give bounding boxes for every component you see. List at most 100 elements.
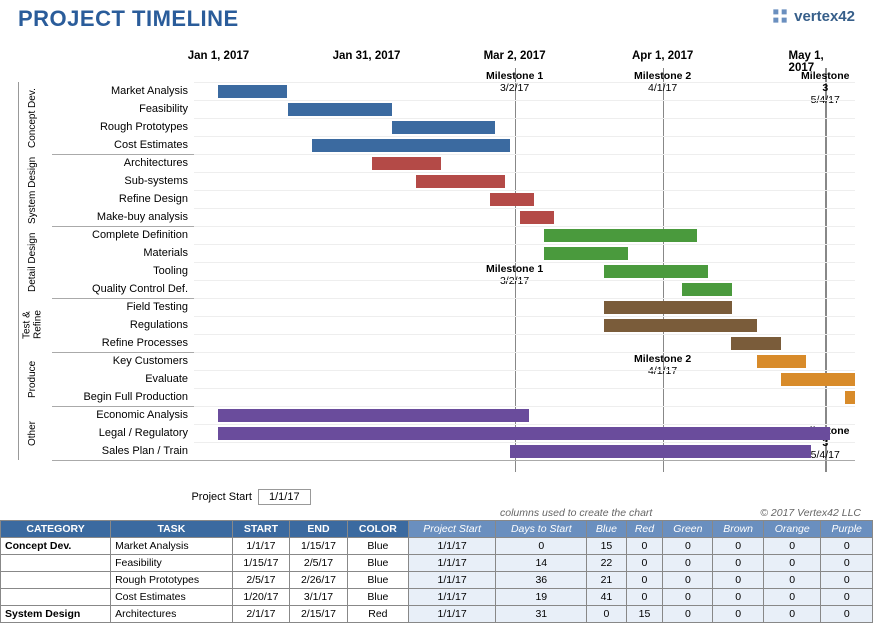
row-track xyxy=(194,424,855,442)
table-cell: 0 xyxy=(713,538,764,555)
gantt-row: Legal / Regulatory xyxy=(52,424,855,442)
row-track xyxy=(194,370,855,388)
gantt-row: Evaluate xyxy=(52,370,855,388)
table-subheader: Purple xyxy=(821,521,873,538)
table-subheader: Brown xyxy=(713,521,764,538)
row-label: Rough Prototypes xyxy=(52,121,194,133)
row-track xyxy=(194,82,855,100)
gantt-bar xyxy=(604,319,757,332)
row-track xyxy=(194,406,855,424)
gantt-row: Refine Design xyxy=(52,190,855,208)
gantt-bar xyxy=(372,157,441,170)
table-cell: 0 xyxy=(713,589,764,606)
axis-tick: Apr 1, 2017 xyxy=(632,50,693,62)
logo-text: vertex42 xyxy=(794,8,855,25)
table-cell: Blue xyxy=(347,538,408,555)
gantt-row: Rough Prototypes xyxy=(52,118,855,136)
gantt-bar xyxy=(682,283,732,296)
table-subheader: Red xyxy=(626,521,663,538)
table-cell: Blue xyxy=(347,555,408,572)
table-subheader: Green xyxy=(663,521,713,538)
row-label: Sales Plan / Train xyxy=(52,445,194,457)
table-cell: 0 xyxy=(663,572,713,589)
row-track xyxy=(194,298,855,316)
row-track xyxy=(194,334,855,352)
row-track xyxy=(194,442,855,460)
row-track xyxy=(194,154,855,172)
data-table: CATEGORYTASKSTARTENDCOLORProject StartDa… xyxy=(0,520,873,623)
table-cell: 0 xyxy=(821,555,873,572)
table-cell xyxy=(1,572,111,589)
row-track xyxy=(194,100,855,118)
gantt-row: Refine Processes xyxy=(52,334,855,352)
page-title: PROJECT TIMELINE xyxy=(18,6,239,32)
table-cell: 0 xyxy=(713,572,764,589)
row-track xyxy=(194,190,855,208)
table-cell: 21 xyxy=(587,572,626,589)
table-cell: 1/15/17 xyxy=(290,538,348,555)
gantt-row: Key Customers xyxy=(52,352,855,370)
row-track xyxy=(194,388,855,406)
table-cell: 41 xyxy=(587,589,626,606)
gantt-bar xyxy=(218,409,529,422)
table-cell: 2/15/17 xyxy=(290,606,348,623)
gantt-bar xyxy=(218,85,287,98)
gantt-bar xyxy=(781,373,855,386)
row-label: Refine Processes xyxy=(52,337,194,349)
row-track xyxy=(194,136,855,154)
table-cell: 22 xyxy=(587,555,626,572)
gantt-row: Begin Full Production xyxy=(52,388,855,406)
gantt-row: Feasibility xyxy=(52,100,855,118)
row-label: Field Testing xyxy=(52,301,194,313)
table-cell: 0 xyxy=(626,555,663,572)
table-cell: 0 xyxy=(663,606,713,623)
gantt-bar xyxy=(757,355,807,368)
gantt-bar xyxy=(288,103,392,116)
gantt-row: Market Analysis xyxy=(52,82,855,100)
gantt-row: Sub-systems xyxy=(52,172,855,190)
row-label: Sub-systems xyxy=(52,175,194,187)
table-row: Feasibility1/15/172/5/17Blue1/1/17142200… xyxy=(1,555,873,572)
gantt-row: Cost Estimates xyxy=(52,136,855,154)
table-header: END xyxy=(290,521,348,538)
table-cell: 0 xyxy=(763,606,821,623)
gantt-row: Materials xyxy=(52,244,855,262)
table-header: CATEGORY xyxy=(1,521,111,538)
table-cell: 0 xyxy=(763,589,821,606)
row-label: Tooling xyxy=(52,265,194,277)
table-cell: Red xyxy=(347,606,408,623)
row-track xyxy=(194,262,855,280)
row-label: Architectures xyxy=(52,157,194,169)
row-label: Quality Control Def. xyxy=(52,283,194,295)
table-cell: 2/5/17 xyxy=(290,555,348,572)
row-track xyxy=(194,118,855,136)
gantt-row: Make-buy analysis xyxy=(52,208,855,226)
row-label: Complete Definition xyxy=(52,229,194,241)
table-cell: 15 xyxy=(626,606,663,623)
gantt-chart: Jan 1, 2017Jan 31, 2017Mar 2, 2017Apr 1,… xyxy=(18,36,855,476)
table-cell: Cost Estimates xyxy=(111,589,233,606)
table-cell: 0 xyxy=(626,589,663,606)
table-cell: 15 xyxy=(587,538,626,555)
table-row: Cost Estimates1/20/173/1/17Blue1/1/17194… xyxy=(1,589,873,606)
table-row: System DesignArchitectures2/1/172/15/17R… xyxy=(1,606,873,623)
table-cell: Concept Dev. xyxy=(1,538,111,555)
gantt-bar xyxy=(416,175,505,188)
gantt-bar xyxy=(544,229,697,242)
table-cell: 3/1/17 xyxy=(290,589,348,606)
table-cell: 31 xyxy=(496,606,587,623)
row-track xyxy=(194,208,855,226)
row-label: Begin Full Production xyxy=(52,391,194,403)
gantt-row: Complete Definition xyxy=(52,226,855,244)
gantt-bar xyxy=(490,193,534,206)
group-label: Produce xyxy=(18,352,46,406)
gantt-bar xyxy=(731,337,781,350)
project-start-label: Project Start xyxy=(183,491,258,503)
table-cell: 0 xyxy=(821,589,873,606)
table-cell xyxy=(1,555,111,572)
table-cell: 0 xyxy=(821,538,873,555)
logo-icon xyxy=(770,6,790,26)
table-cell: 0 xyxy=(763,538,821,555)
table-cell: 0 xyxy=(763,555,821,572)
gantt-bar xyxy=(510,445,811,458)
